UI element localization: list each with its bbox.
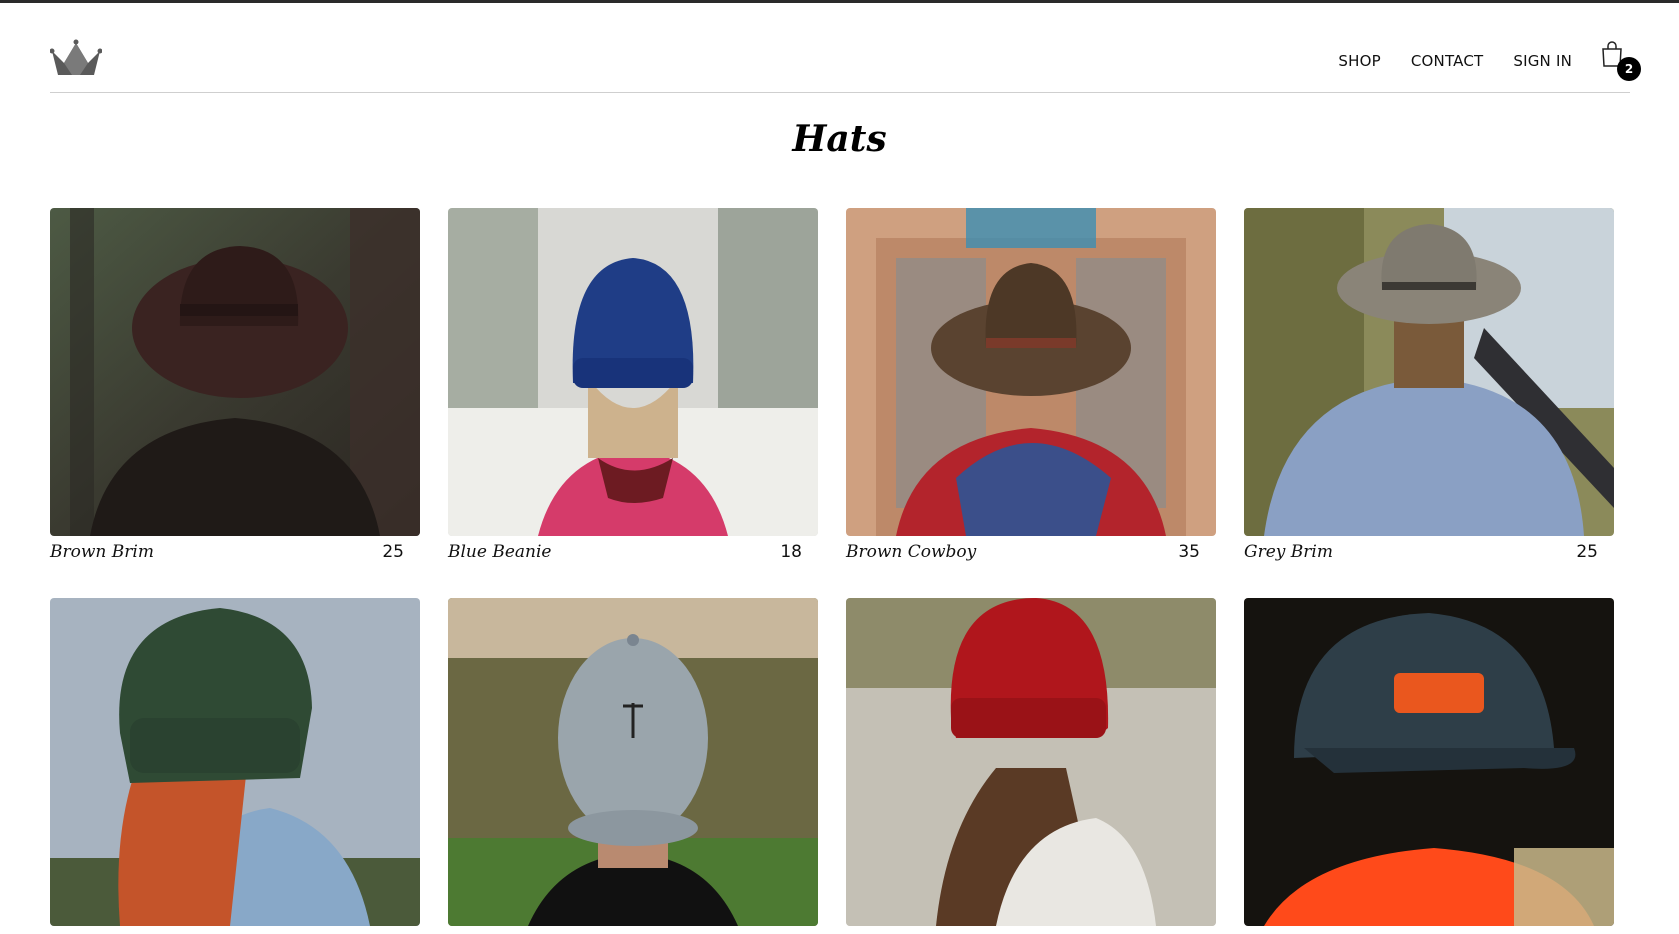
product-image-brown-cowboy[interactable]: [846, 208, 1216, 536]
nav-sign-in-link[interactable]: SIGN IN: [1513, 51, 1572, 71]
product-info: Brown Cowboy 35: [846, 542, 1200, 562]
site-header: SHOP CONTACT SIGN IN 2: [49, 3, 1641, 93]
cart-button[interactable]: 2: [1600, 41, 1641, 81]
product-price: 25: [1576, 542, 1598, 562]
product-name: Brown Brim: [50, 542, 154, 562]
product-name: Blue Beanie: [448, 542, 552, 562]
nav-contact-link[interactable]: CONTACT: [1411, 51, 1484, 71]
product-image-brown-brim[interactable]: [50, 208, 420, 536]
page-title: Hats: [792, 118, 887, 160]
product-info: Grey Brim 25: [1244, 542, 1598, 562]
product-price: 25: [382, 542, 404, 562]
product-price: 35: [1178, 542, 1200, 562]
product-price: 18: [780, 542, 802, 562]
product-image-grey-brim[interactable]: [1244, 208, 1614, 536]
product-image-red-beanie[interactable]: [846, 598, 1216, 926]
cart-count-badge: 2: [1617, 57, 1641, 81]
product-image-palm-tree-cap[interactable]: [448, 598, 818, 926]
product-name: Grey Brim: [1244, 542, 1333, 562]
product-image-wolf-cap[interactable]: [1244, 598, 1614, 926]
product-image-green-beanie[interactable]: [50, 598, 420, 926]
product-image-blue-beanie[interactable]: [448, 208, 818, 536]
product-info: Blue Beanie 18: [448, 542, 802, 562]
nav-shop-link[interactable]: SHOP: [1338, 51, 1380, 71]
product-name: Brown Cowboy: [846, 542, 977, 562]
product-info: Brown Brim 25: [50, 542, 404, 562]
crown-logo-icon[interactable]: [49, 37, 103, 79]
main-nav: SHOP CONTACT SIGN IN 2: [1338, 41, 1641, 81]
